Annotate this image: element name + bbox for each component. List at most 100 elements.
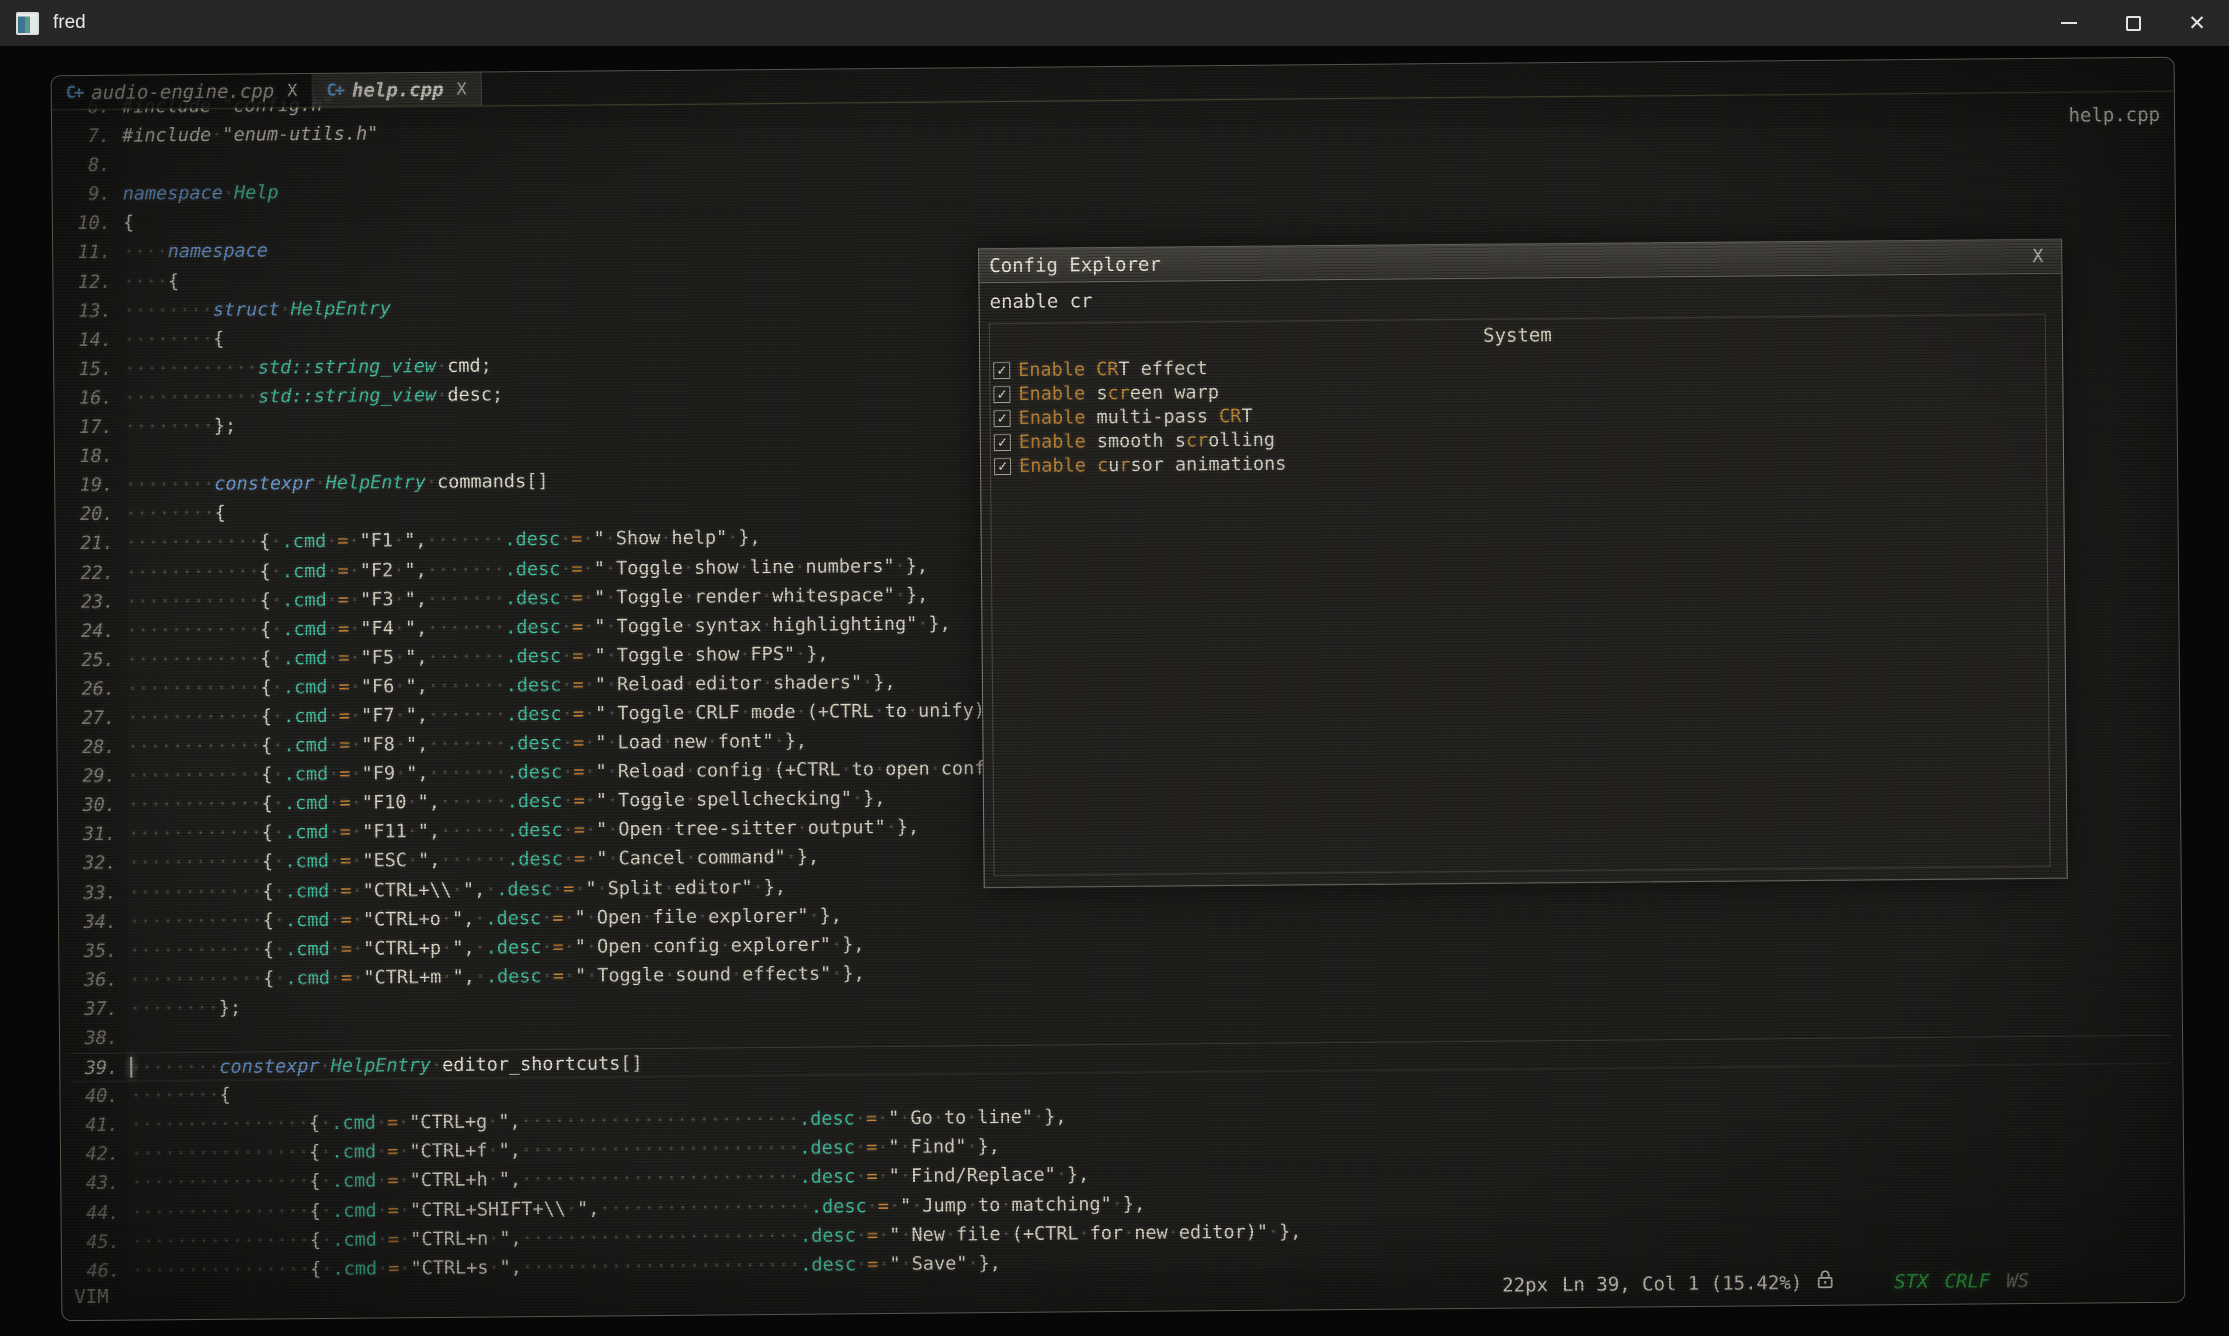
whitespace-dots: · — [895, 584, 906, 605]
line-number: 16. — [64, 384, 112, 414]
config-search-input[interactable] — [979, 274, 2061, 321]
code-token: = — [574, 820, 585, 841]
tab-close-icon[interactable]: X — [287, 81, 297, 101]
status-flag-crlf: CRLF — [1944, 1270, 1990, 1292]
whitespace-dots: · — [583, 558, 594, 579]
config-option-label: Enable c — [1019, 455, 1108, 477]
code-token: config — [696, 760, 763, 782]
whitespace-dots: ······· — [427, 588, 505, 610]
code-token: }, — [977, 1136, 999, 1157]
whitespace-dots: · — [488, 1170, 499, 1191]
code-token: Toggle — [597, 965, 664, 987]
whitespace-dots: · — [426, 472, 437, 493]
whitespace-dots: · — [352, 938, 363, 959]
whitespace-dots: · — [831, 963, 842, 984]
whitespace-dots: · — [562, 762, 573, 783]
config-results-panel: System ✓Enable CRT effect✓Enable screen … — [989, 314, 2051, 876]
whitespace-dots: · — [642, 936, 653, 957]
whitespace-dots: ············ — [128, 794, 262, 816]
whitespace-dots: · — [564, 966, 575, 987]
whitespace-dots: · — [394, 676, 405, 697]
code-token: = — [339, 735, 350, 756]
whitespace-dots: · — [707, 732, 718, 753]
code-token: editor)" — [1179, 1221, 1268, 1243]
whitespace-dots: · — [562, 733, 573, 754]
code-token: = — [572, 675, 583, 696]
whitespace-dots: · — [272, 764, 283, 785]
code-token: }, — [842, 934, 864, 955]
code-token: " — [406, 763, 417, 784]
code-token: to — [978, 1195, 1000, 1216]
checkbox-icon[interactable]: ✓ — [994, 457, 1011, 474]
code-token: { — [310, 1201, 321, 1222]
config-option-label: s — [1096, 383, 1107, 404]
whitespace-dots: · — [856, 1225, 867, 1246]
whitespace-dots: · — [794, 556, 805, 577]
whitespace-dots: ························· — [521, 1109, 800, 1132]
whitespace-dots: · — [761, 615, 772, 636]
config-option-label: multi-pass — [1097, 406, 1220, 428]
whitespace-dots: ············ — [128, 823, 262, 845]
whitespace-dots: · — [889, 1195, 900, 1216]
code-token: #include — [122, 125, 211, 147]
code-token: sound — [675, 964, 731, 985]
whitespace-dots: · — [272, 677, 283, 698]
tab-close-icon[interactable]: X — [456, 79, 466, 99]
whitespace-dots: · — [314, 473, 325, 494]
whitespace-dots: · — [867, 1196, 878, 1217]
dialog-close-button[interactable]: X — [2024, 246, 2051, 267]
code-token: "enum-utils.h" — [222, 124, 378, 146]
checkbox-icon[interactable]: ✓ — [993, 385, 1010, 402]
checkbox-icon[interactable]: ✓ — [993, 361, 1010, 378]
code-token: commands — [437, 471, 526, 493]
minimize-button[interactable] — [2037, 0, 2101, 46]
code-token: { — [261, 706, 272, 727]
whitespace-dots: · — [808, 905, 819, 926]
config-option-label: Enable — [1019, 431, 1097, 453]
whitespace-dots: · — [739, 557, 750, 578]
code-token: " — [405, 676, 416, 697]
code-token: " — [406, 734, 417, 755]
whitespace-dots: ······ — [440, 821, 507, 843]
code-token: Toggle — [617, 703, 684, 725]
whitespace-dots: ············ — [127, 706, 261, 728]
code-token: " — [595, 703, 606, 724]
code-token: .cmd — [283, 648, 328, 669]
checkbox-icon[interactable]: ✓ — [994, 433, 1011, 450]
code-token: line — [750, 556, 795, 577]
line-number: 37. — [70, 995, 118, 1025]
code-token: { — [310, 1259, 321, 1280]
close-button[interactable]: ✕ — [2165, 0, 2229, 46]
whitespace-dots: ············ — [127, 736, 261, 758]
code-token: "F2 — [360, 560, 394, 581]
whitespace-dots: · — [541, 937, 552, 958]
whitespace-dots: · — [329, 851, 340, 872]
code-token: " — [418, 821, 429, 842]
whitespace-dots: · — [436, 385, 447, 406]
code-token: "F5 — [361, 647, 395, 668]
checkbox-icon[interactable]: ✓ — [994, 409, 1011, 426]
code-token: .cmd — [283, 706, 328, 727]
whitespace-dots: · — [376, 1171, 387, 1192]
whitespace-dots: · — [326, 531, 337, 552]
tab-help[interactable]: C+ help.cpp X — [312, 73, 482, 107]
code-token: desc — [447, 384, 492, 405]
whitespace-dots: · — [731, 964, 742, 985]
whitespace-dots: ················ — [132, 1230, 310, 1253]
tab-audio-engine[interactable]: C+ audio-engine.cpp X — [52, 74, 313, 109]
code-token: = — [552, 907, 563, 928]
code-token: syntax — [694, 615, 761, 637]
whitespace-dots: ············ — [128, 765, 262, 787]
whitespace-dots: · — [607, 820, 618, 841]
code-token: " — [593, 529, 604, 550]
code-token: = — [867, 1254, 878, 1275]
whitespace-dots: ···· — [123, 242, 168, 263]
maximize-button[interactable] — [2101, 0, 2165, 46]
whitespace-dots: · — [900, 1166, 911, 1187]
code-token: Save" — [912, 1253, 968, 1274]
code-token: Jump — [922, 1195, 967, 1216]
code-token: " — [406, 705, 417, 726]
line-number: 26. — [67, 675, 115, 705]
code-token: " — [888, 1108, 899, 1129]
whitespace-dots: · — [348, 531, 359, 552]
